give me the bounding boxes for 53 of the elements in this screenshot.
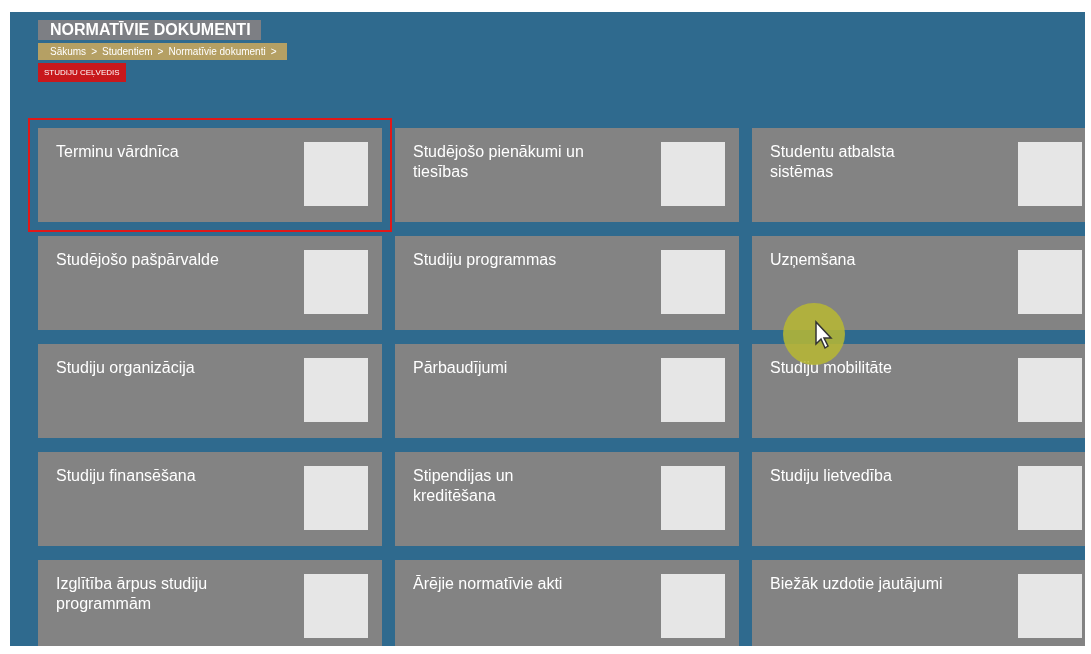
tile-label: Izglītība ārpus studiju programmām xyxy=(56,574,209,614)
tile-label: Uzņemšana xyxy=(770,250,857,270)
tile-thumbnail xyxy=(661,466,725,530)
tile-label: Studiju organizācija xyxy=(56,358,196,378)
category-tile[interactable]: Pārbaudījumi xyxy=(395,344,739,438)
tile-thumbnail xyxy=(1018,358,1082,422)
category-tile[interactable]: Stipendijas un kreditēšana xyxy=(395,452,739,546)
category-tile[interactable]: Studiju mobilitāte xyxy=(752,344,1085,438)
tile-thumbnail xyxy=(661,142,725,206)
category-tile[interactable]: Studējošo pienākumi un tiesības xyxy=(395,128,739,222)
breadcrumb-link[interactable]: Sākums xyxy=(50,46,87,57)
tile-label: Terminu vārdnīca xyxy=(56,142,180,162)
tile-label: Studējošo pienākumi un tiesības xyxy=(413,142,585,182)
category-tile[interactable]: Studiju finansēšana xyxy=(38,452,382,546)
current-page-label: STUDIJU CEĻVEDIS xyxy=(38,63,126,82)
category-tile[interactable]: Izglītība ārpus studiju programmām xyxy=(38,560,382,646)
page-title: NORMATĪVIE DOKUMENTI xyxy=(38,20,261,40)
tile-label: Studiju programmas xyxy=(413,250,558,270)
tile-thumbnail xyxy=(1018,142,1082,206)
breadcrumb-separator: > xyxy=(157,46,164,57)
tile-thumbnail xyxy=(304,142,368,206)
breadcrumb-separator: > xyxy=(270,46,277,57)
category-tile[interactable]: Studiju programmas xyxy=(395,236,739,330)
tile-label: Studiju finansēšana xyxy=(56,466,197,486)
category-tile[interactable]: Studentu atbalsta sistēmas xyxy=(752,128,1085,222)
tile-thumbnail xyxy=(661,574,725,638)
breadcrumb-separator: > xyxy=(91,46,97,57)
tile-label: Biežāk uzdotie jautājumi xyxy=(770,574,944,594)
tile-thumbnail xyxy=(304,250,368,314)
tile-label: Studentu atbalsta sistēmas xyxy=(770,142,896,182)
breadcrumb-link[interactable]: Studentiem xyxy=(101,46,153,57)
category-tile[interactable]: Studiju lietvedība xyxy=(752,452,1085,546)
category-tile[interactable]: Ārējie normatīvie akti xyxy=(395,560,739,646)
tile-label: Ārējie normatīvie akti xyxy=(413,574,564,594)
tile-thumbnail xyxy=(1018,466,1082,530)
category-tile[interactable]: Studējošo pašpārvalde xyxy=(38,236,382,330)
category-tile[interactable]: Uzņemšana xyxy=(752,236,1085,330)
category-tile[interactable]: Terminu vārdnīca xyxy=(28,118,392,232)
tile-thumbnail xyxy=(304,358,368,422)
tile-label: Studiju lietvedība xyxy=(770,466,893,486)
tile-thumbnail xyxy=(1018,574,1082,638)
tile-label: Stipendijas un kreditēšana xyxy=(413,466,515,506)
tile-thumbnail xyxy=(1018,250,1082,314)
tile-thumbnail xyxy=(661,250,725,314)
category-tile[interactable]: Studiju organizācija xyxy=(38,344,382,438)
tile-thumbnail xyxy=(304,466,368,530)
tile-label: Pārbaudījumi xyxy=(413,358,509,378)
tile-thumbnail xyxy=(661,358,725,422)
tile-label: Studiju mobilitāte xyxy=(770,358,893,378)
tile-thumbnail xyxy=(304,574,368,638)
tile-label: Studējošo pašpārvalde xyxy=(56,250,220,270)
category-tile[interactable]: Biežāk uzdotie jautājumi xyxy=(752,560,1085,646)
breadcrumb-link[interactable]: Normatīvie dokumenti xyxy=(168,46,266,57)
